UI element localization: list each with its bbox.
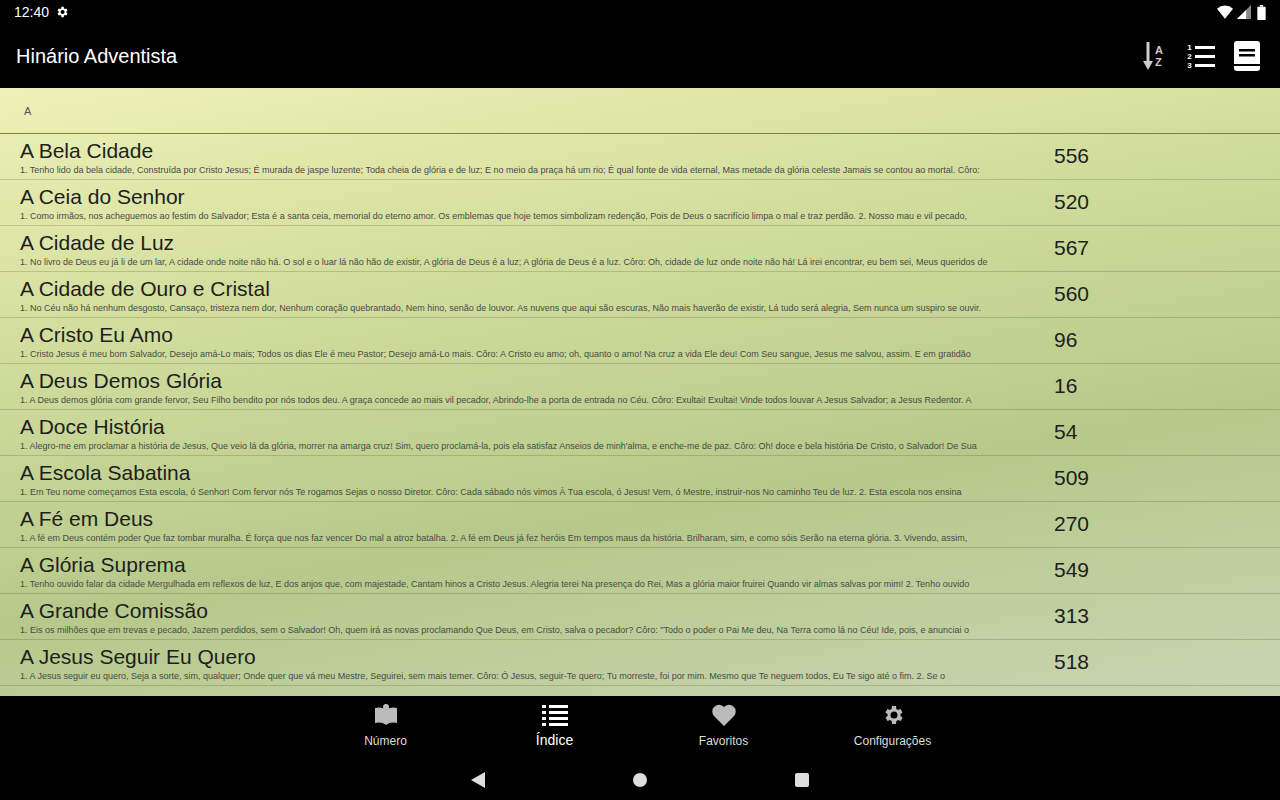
hymn-row[interactable]: A Deus Demos Glória1. A Deus demos glóri… xyxy=(0,364,1280,410)
hymn-lyrics: 1. Alegro-me em proclamar a história de … xyxy=(20,440,1050,452)
hymn-number: 520 xyxy=(1054,189,1089,215)
list-number: 3 xyxy=(1187,61,1191,70)
hymn-text: A Fé em Deus1. A fé em Deus contém poder… xyxy=(20,505,1050,544)
recents-button[interactable] xyxy=(795,773,809,787)
hymn-lyrics: 1. Em Teu nome começamos Esta escola, ó … xyxy=(20,486,1050,498)
hymn-title: A Deus Demos Glória xyxy=(20,368,1050,394)
hymn-text: A Bela Cidade1. Tenho lido da bela cidad… xyxy=(20,137,1050,176)
clock: 12:40 xyxy=(14,4,49,20)
sort-letter: Z xyxy=(1155,56,1163,68)
hymn-number: 509 xyxy=(1054,465,1089,491)
hymn-row[interactable]: A Jesus Seguir Eu Quero1. A Jesus seguir… xyxy=(0,640,1280,686)
hymn-title: A Glória Suprema xyxy=(20,552,1050,578)
hymn-row[interactable]: A Bela Cidade1. Tenho lido da bela cidad… xyxy=(0,134,1280,180)
hymn-text: A Grande Comissão1. Eis os milhões que e… xyxy=(20,597,1050,636)
hymn-lyrics: 1. Eis os milhões que em trevas e pecado… xyxy=(20,624,1050,636)
hymn-lyrics: 1. Tenho ouvido falar da cidade Mergulha… xyxy=(20,578,1050,590)
nav-label: Número xyxy=(364,733,407,749)
hymn-text: A Cidade de Ouro e Cristal1. No Céu não … xyxy=(20,275,1050,314)
list-number: 2 xyxy=(1187,52,1191,61)
hymn-row[interactable]: A Glória Suprema1. Tenho ouvido falar da… xyxy=(0,548,1280,594)
hymn-title: A Cidade de Ouro e Cristal xyxy=(20,276,1050,302)
hymn-number: 556 xyxy=(1054,143,1089,169)
hymn-number: 313 xyxy=(1054,603,1089,629)
battery-icon xyxy=(1257,5,1266,20)
hymn-title: A Cristo Eu Amo xyxy=(20,322,1050,348)
book-icon xyxy=(1234,41,1260,71)
hymn-title: A Fé em Deus xyxy=(20,506,1050,532)
hymn-number: 518 xyxy=(1054,649,1089,675)
list-icon xyxy=(542,704,568,726)
hymn-text: A Doce História1. Alegro-me em proclamar… xyxy=(20,413,1050,452)
hymn-text: A Glória Suprema1. Tenho ouvido falar da… xyxy=(20,551,1050,590)
hymn-number: 560 xyxy=(1054,281,1089,307)
hymn-number: 96 xyxy=(1054,327,1077,353)
book-open-icon xyxy=(374,704,398,726)
hymn-title: A Cidade de Luz xyxy=(20,230,1050,256)
hymn-lyrics: 1. A Jesus seguir eu quero, Seja a sorte… xyxy=(20,670,1050,682)
hymn-title: A Jesus Seguir Eu Quero xyxy=(20,644,1050,670)
hymn-row[interactable]: A Doce História1. Alegro-me em proclamar… xyxy=(0,410,1280,456)
nav-label: Configurações xyxy=(854,733,931,749)
hymn-number: 549 xyxy=(1054,557,1089,583)
hymn-text: A Cidade de Luz1. No livro de Deus eu já… xyxy=(20,229,1050,268)
hymn-number: 16 xyxy=(1054,373,1077,399)
hymn-row[interactable]: A Fé em Deus1. A fé em Deus contém poder… xyxy=(0,502,1280,548)
hymn-row[interactable]: A Grande Comissão1. Eis os milhões que e… xyxy=(0,594,1280,640)
hymn-lyrics: 1. Como irmãos, nos acheguemos ao festim… xyxy=(20,210,1050,222)
hymn-lyrics: 1. Cristo Jesus é meu bom Salvador, Dese… xyxy=(20,348,1050,360)
nav-label: Índice xyxy=(536,731,573,749)
wifi-icon xyxy=(1217,5,1233,19)
hymn-text: A Escola Sabatina1. Em Teu nome começamo… xyxy=(20,459,1050,498)
hymn-text: A Cristo Eu Amo1. Cristo Jesus é meu bom… xyxy=(20,321,1050,360)
hymn-row[interactable]: A Ceia do Senhor1. Como irmãos, nos ache… xyxy=(0,180,1280,226)
section-letter: A xyxy=(24,104,31,118)
bottom-navigation: Número Índice Favoritos Configurações xyxy=(0,696,1280,760)
hymn-row[interactable]: A Cristo Eu Amo1. Cristo Jesus é meu bom… xyxy=(0,318,1280,364)
hymn-number: 270 xyxy=(1054,511,1089,537)
hymn-lyrics: 1. A fé em Deus contém poder Que faz tom… xyxy=(20,532,1050,544)
signal-icon xyxy=(1237,5,1251,19)
list-number: 1 xyxy=(1187,43,1191,52)
back-icon[interactable] xyxy=(471,772,485,788)
heart-icon xyxy=(711,704,737,726)
hymn-text: A Ceia do Senhor1. Como irmãos, nos ache… xyxy=(20,183,1050,222)
hymn-title: A Doce História xyxy=(20,414,1050,440)
hymn-title: A Bela Cidade xyxy=(20,138,1050,164)
app-bar: Hinário Adventista AZ 123 xyxy=(0,24,1280,88)
status-bar: 12:40 xyxy=(0,0,1280,24)
nav-item[interactable]: Número xyxy=(301,696,470,760)
system-navigation xyxy=(0,760,1280,800)
section-header: A xyxy=(0,88,1280,134)
app-title: Hinário Adventista xyxy=(16,44,177,68)
hymn-title: A Grande Comissão xyxy=(20,598,1050,624)
hymn-number: 567 xyxy=(1054,235,1089,261)
hymn-lyrics: 1. No Céu não há nenhum desgosto, Cansaç… xyxy=(20,302,1050,314)
hymn-title: A Ceia do Senhor xyxy=(20,184,1050,210)
hymn-row[interactable]: A Escola Sabatina1. Em Teu nome começamo… xyxy=(0,456,1280,502)
hymn-number: 54 xyxy=(1054,419,1077,445)
hymn-lyrics: 1. A Deus demos glória com grande fervor… xyxy=(20,394,1050,406)
hymn-row[interactable]: A Cidade de Luz1. No livro de Deus eu já… xyxy=(0,226,1280,272)
sort-letter: A xyxy=(1155,44,1163,56)
hymn-lyrics: 1. Tenho lido da bela cidade, Construída… xyxy=(20,164,1050,176)
hymn-lyrics: 1. No livro de Deus eu já li de um lar, … xyxy=(20,256,1050,268)
nav-item[interactable]: Configurações xyxy=(808,696,977,760)
gear-icon xyxy=(881,703,905,727)
sort-alpha-button[interactable]: AZ xyxy=(1136,39,1170,73)
sort-arrow-icon xyxy=(1143,42,1153,70)
nav-label: Favoritos xyxy=(699,733,748,749)
hymn-list: A A Bela Cidade1. Tenho lido da bela cid… xyxy=(0,88,1280,696)
hymn-row[interactable]: A Cidade de Ouro e Cristal1. No Céu não … xyxy=(0,272,1280,318)
gear-icon xyxy=(55,5,69,19)
numbered-list-button[interactable]: 123 xyxy=(1184,39,1218,73)
hymn-text: A Deus Demos Glória1. A Deus demos glóri… xyxy=(20,367,1050,406)
hymn-text: A Jesus Seguir Eu Quero1. A Jesus seguir… xyxy=(20,643,1050,682)
nav-item[interactable]: Favoritos xyxy=(639,696,808,760)
hymn-title: A Escola Sabatina xyxy=(20,460,1050,486)
hymnal-book-button[interactable] xyxy=(1232,39,1262,73)
home-button[interactable] xyxy=(633,773,647,787)
nav-item[interactable]: Índice xyxy=(470,696,639,760)
